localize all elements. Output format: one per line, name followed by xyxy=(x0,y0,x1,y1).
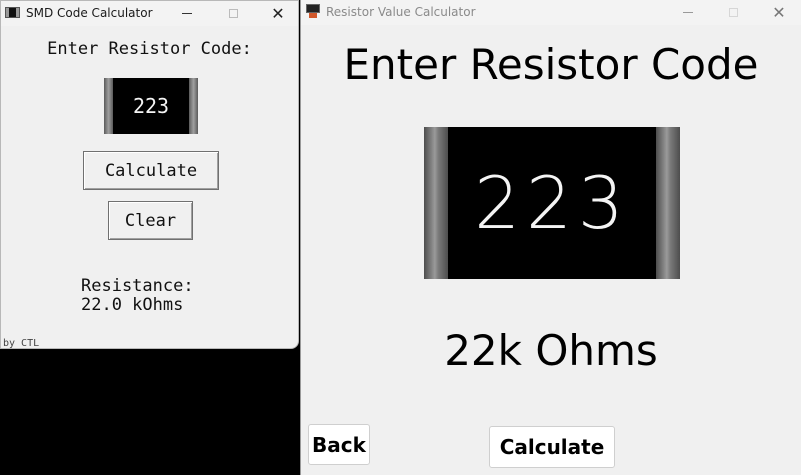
close-button[interactable]: ✕ xyxy=(756,0,801,25)
resistor-app-icon xyxy=(306,4,320,18)
calculate-button[interactable]: Calculate xyxy=(489,426,615,468)
prompt-label: Enter Resistor Code: xyxy=(47,39,252,59)
window-title: SMD Code Calculator xyxy=(26,6,153,20)
credit-label: by CTL xyxy=(3,338,40,349)
calculate-button[interactable]: Calculate xyxy=(83,151,219,190)
result-value: 22k Ohms xyxy=(444,326,658,375)
result-block: Resistance: 22.0 kOhms xyxy=(81,277,194,315)
smd-calculator-window: SMD Code Calculator ✕ Enter Resistor Cod… xyxy=(0,0,299,349)
title-bar[interactable]: Resistor Value Calculator ✕ xyxy=(301,0,801,25)
title-bar[interactable]: SMD Code Calculator ✕ xyxy=(1,1,298,26)
resistor-code-value: 223 xyxy=(474,161,630,245)
resistor-chip-icon xyxy=(5,7,20,18)
close-button[interactable]: ✕ xyxy=(255,1,298,26)
minimize-button[interactable] xyxy=(665,0,711,25)
resistor-value-calculator-window: Resistor Value Calculator ✕ Enter Resist… xyxy=(300,0,801,475)
prompt-heading: Enter Resistor Code xyxy=(343,40,759,89)
back-button[interactable]: Back xyxy=(308,424,370,465)
window-title: Resistor Value Calculator xyxy=(326,5,476,19)
minimize-button[interactable] xyxy=(164,1,210,26)
clear-button[interactable]: Clear xyxy=(108,201,193,240)
resistance-value: 22.0 kOhms xyxy=(81,295,184,315)
resistor-code-value: 223 xyxy=(132,94,170,118)
resistance-label: Resistance: xyxy=(81,276,194,296)
maximize-button[interactable] xyxy=(710,0,756,25)
resistor-code-input[interactable]: 223 xyxy=(104,78,198,134)
maximize-button[interactable] xyxy=(210,1,256,26)
resistor-code-input[interactable]: 223 xyxy=(424,127,680,279)
